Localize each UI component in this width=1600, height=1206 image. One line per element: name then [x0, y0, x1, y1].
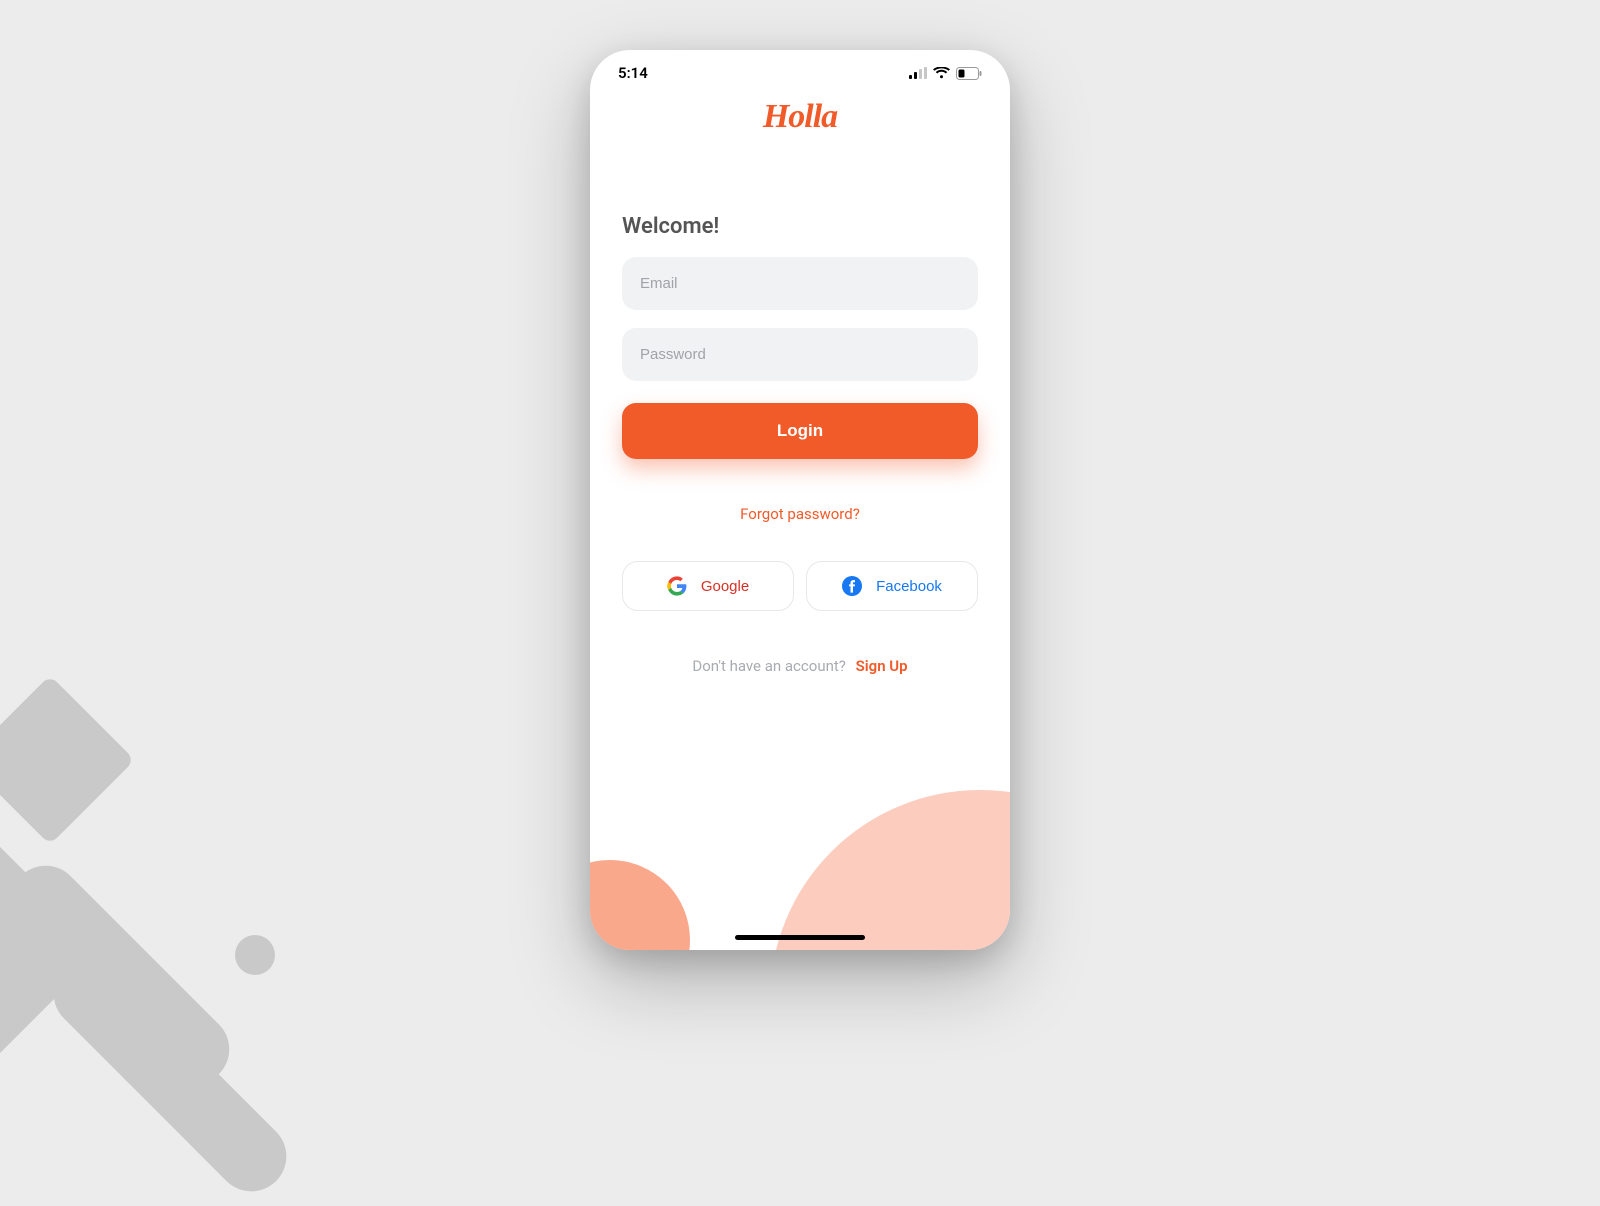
home-indicator[interactable]: [735, 935, 865, 940]
status-time: 5:14: [618, 64, 648, 82]
welcome-heading: Welcome!: [622, 214, 978, 239]
email-field[interactable]: [622, 257, 978, 310]
app-logo: Holla: [590, 98, 1010, 136]
app-logo-text: Holla: [763, 98, 837, 135]
phone-frame: 5:14: [590, 50, 1010, 950]
signup-row: Don't have an account? Sign Up: [622, 657, 978, 675]
signal-icon: [909, 67, 927, 79]
login-button[interactable]: Login: [622, 403, 978, 459]
status-right: [909, 67, 982, 80]
forgot-password-link[interactable]: Forgot password?: [622, 505, 978, 523]
google-login-button[interactable]: Google: [622, 561, 794, 611]
password-field[interactable]: [622, 328, 978, 381]
google-icon: [667, 576, 687, 596]
facebook-icon: [842, 576, 862, 596]
bg-shape-diamond: [0, 675, 135, 845]
signup-link[interactable]: Sign Up: [856, 657, 908, 675]
signup-prompt: Don't have an account?: [692, 657, 845, 675]
facebook-login-button[interactable]: Facebook: [806, 561, 978, 611]
status-bar: 5:14: [590, 50, 1010, 92]
wifi-icon: [933, 67, 950, 79]
battery-icon: [956, 67, 982, 80]
social-row: Google Facebook: [622, 561, 978, 611]
bg-shape-dot: [235, 935, 275, 975]
decor-circle-large: [770, 790, 1010, 950]
login-content: Welcome! Login Forgot password? Google: [590, 214, 1010, 675]
facebook-label: Facebook: [876, 578, 942, 595]
google-label: Google: [701, 578, 749, 595]
decor-circle-small: [590, 860, 690, 950]
